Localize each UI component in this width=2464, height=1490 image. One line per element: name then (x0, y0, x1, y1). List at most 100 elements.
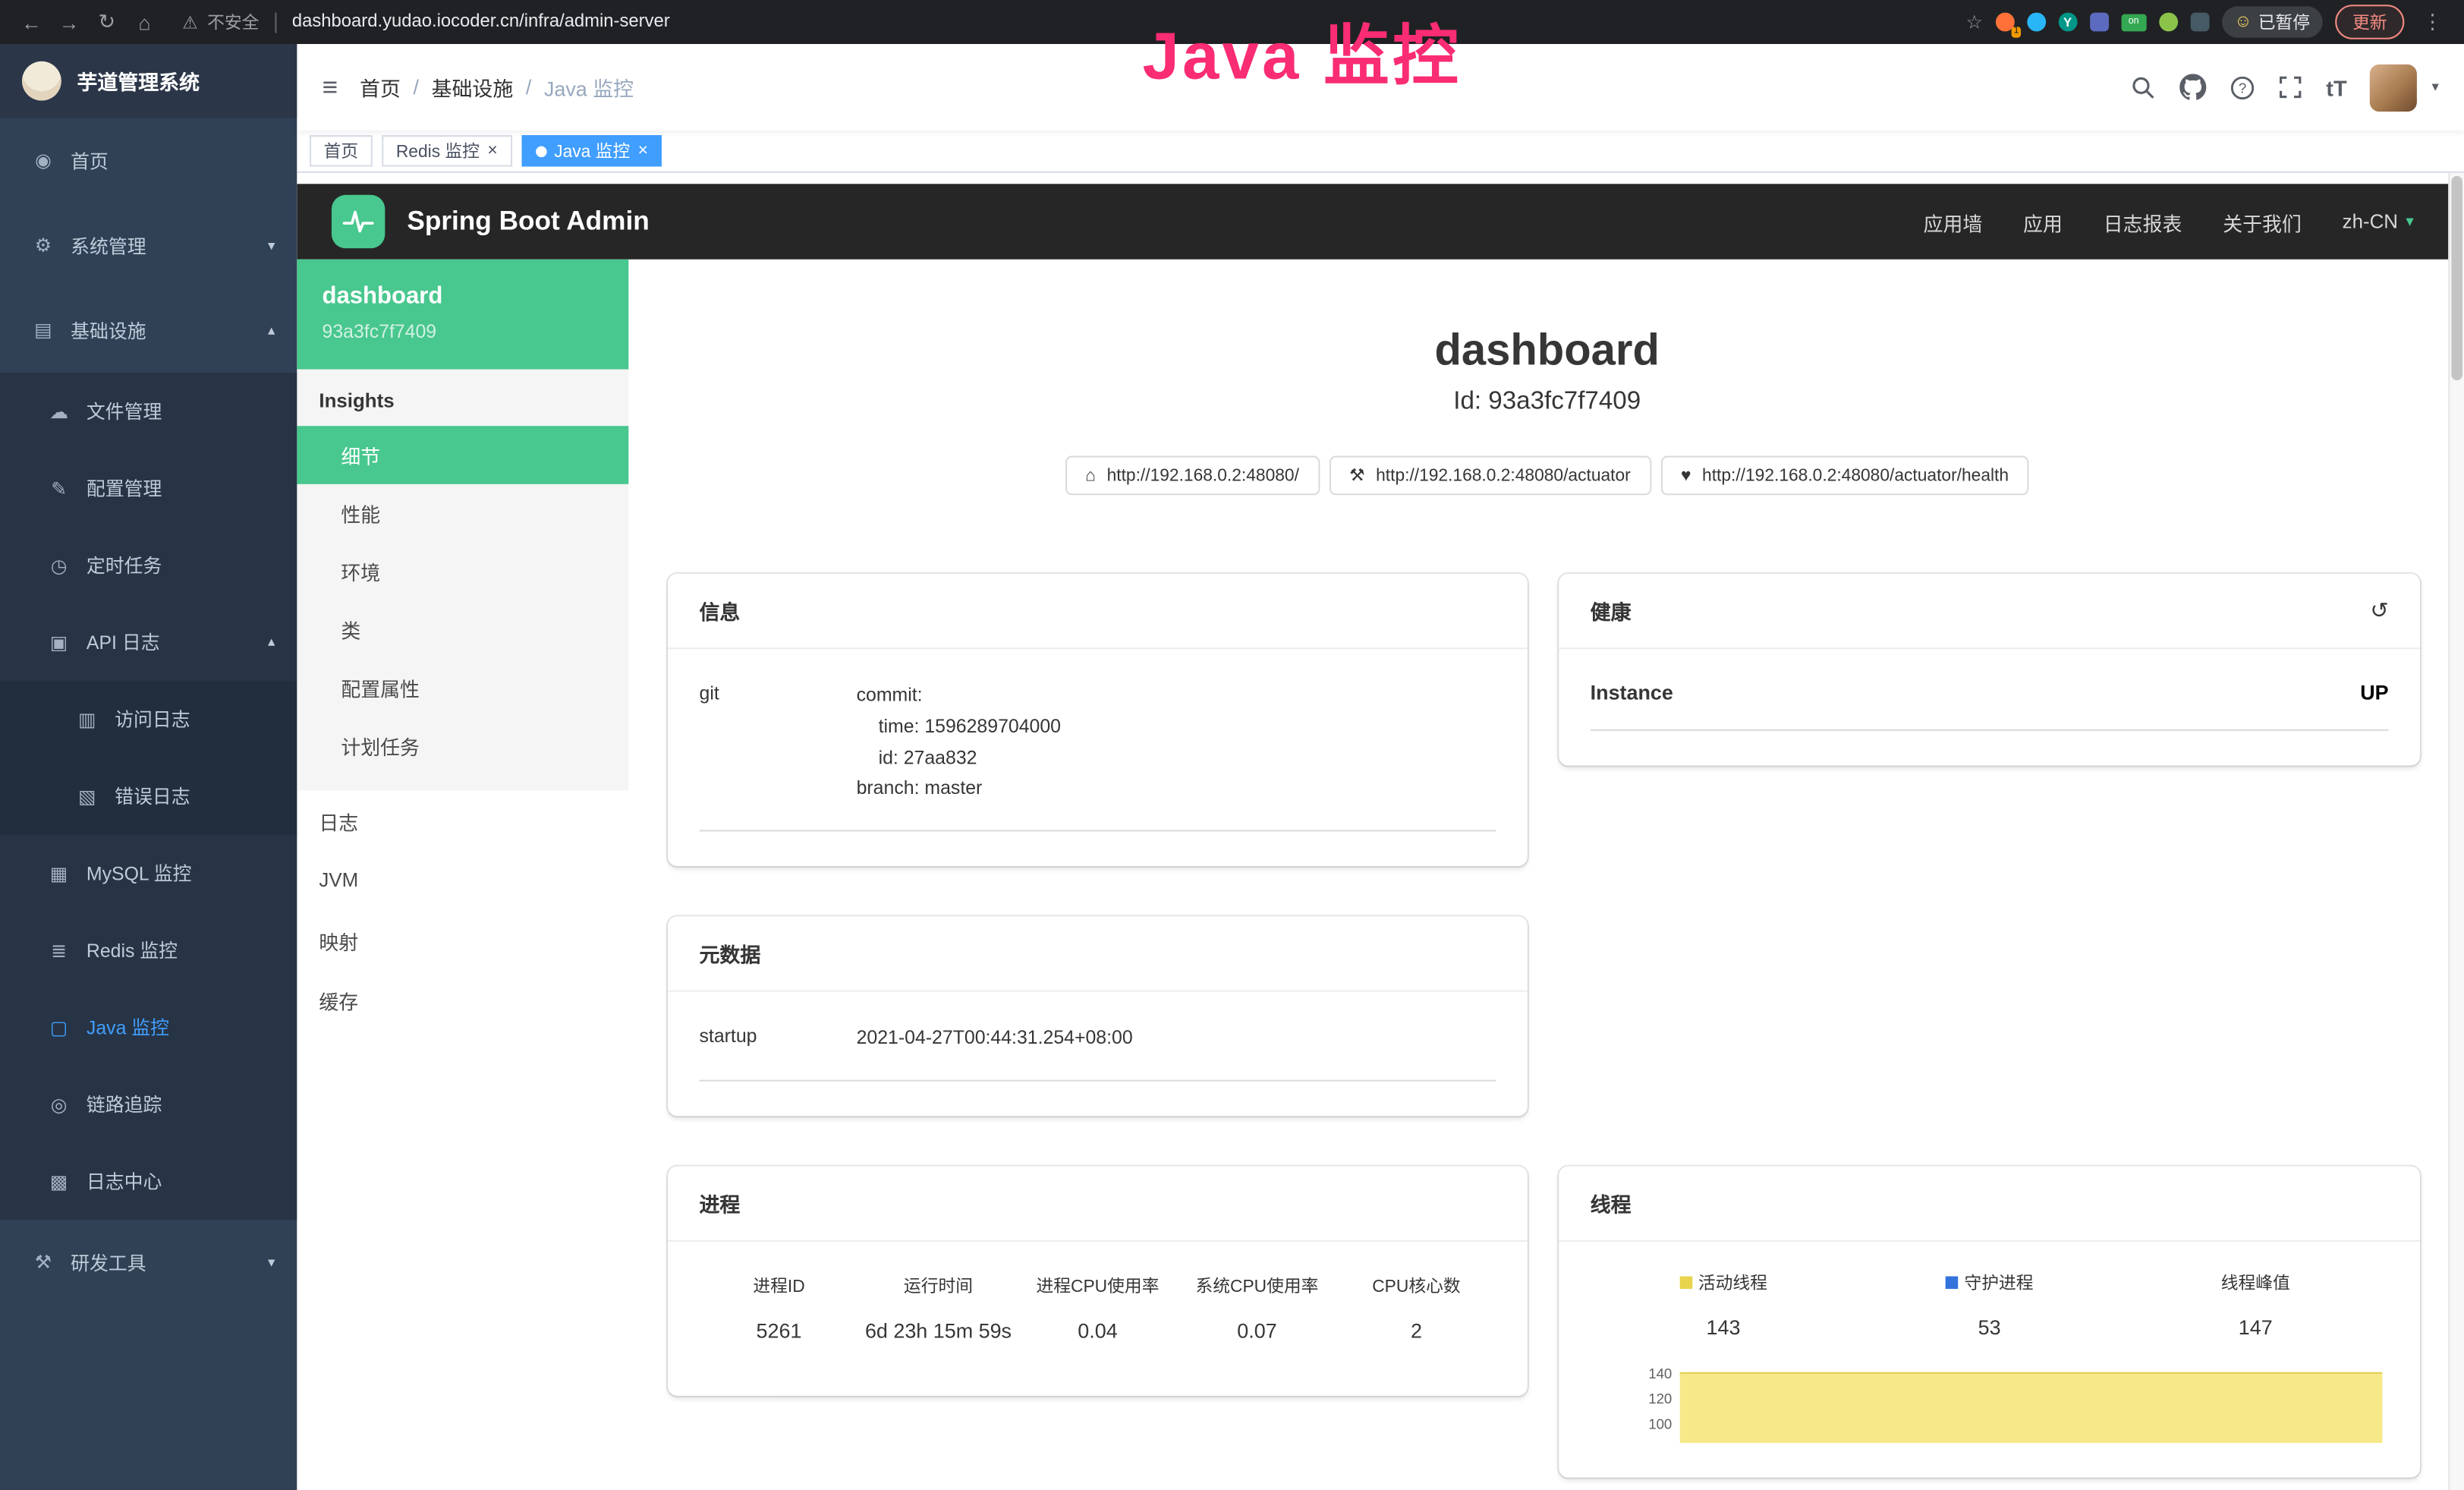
threads-card: 线程 活动线程 (1559, 1167, 2420, 1478)
legend-live-threads: 活动线程 143 (1591, 1270, 1857, 1339)
stat-system-cpu: 系统CPU使用率 0.07 (1177, 1273, 1336, 1342)
sidebar-item-infrastructure[interactable]: ▤ 基础设施 ▴ (0, 288, 297, 373)
page-title: dashboard (668, 326, 2426, 376)
close-icon[interactable]: × (638, 142, 648, 159)
metadata-key: startup (700, 1023, 857, 1054)
forward-icon[interactable]: → (53, 10, 84, 33)
extension-icon-puzzle[interactable] (2190, 13, 2209, 32)
sidebar-item-config-management[interactable]: ✎ 配置管理 (0, 449, 297, 526)
sidebar-item-scheduled-jobs[interactable]: ◷ 定时任务 (0, 527, 297, 603)
history-icon[interactable]: ↺ (2370, 597, 2388, 624)
process-card: 进程 进程ID 5261 (668, 1167, 1528, 1396)
tab-home[interactable]: 首页 (310, 135, 373, 166)
sba-instance-header[interactable]: dashboard 93a3fc7f7409 (297, 260, 628, 370)
chevron-down-icon: ▾ (2406, 213, 2413, 231)
sidebar-item-file-management[interactable]: ☁ 文件管理 (0, 373, 297, 449)
extension-icon-fox[interactable]: 1 (1995, 13, 2014, 32)
avatar-caret-icon[interactable]: ▾ (2431, 79, 2438, 96)
sidebar-item-api-logs[interactable]: ▣ API 日志 ▴ (0, 603, 297, 680)
bookmark-star-icon[interactable]: ☆ (1966, 11, 1983, 33)
sidebar-item-dev-tools[interactable]: ⚒ 研发工具 ▾ (0, 1220, 297, 1305)
sidebar-item-redis-monitor[interactable]: ≣ Redis 监控 (0, 912, 297, 988)
sidebar-item-mysql-monitor[interactable]: ▦ MySQL 监控 (0, 835, 297, 912)
extension-icon-grid[interactable] (2090, 13, 2109, 32)
breadcrumb-home[interactable]: 首页 (360, 72, 401, 102)
fullscreen-icon[interactable] (2279, 75, 2302, 99)
sba-item-logs[interactable]: 日志 (297, 791, 628, 851)
url-text[interactable]: dashboard.yudao.iocoder.cn/infra/admin-s… (292, 13, 670, 32)
sba-item-caches[interactable]: 缓存 (297, 970, 628, 1030)
sba-item-jvm[interactable]: JVM (297, 850, 628, 910)
back-icon[interactable]: ← (16, 10, 47, 33)
sidebar-item-trace[interactable]: ◎ 链路追踪 (0, 1066, 297, 1142)
log-center-icon: ▩ (47, 1170, 71, 1192)
help-icon[interactable]: ? (2230, 74, 2255, 99)
instance-link-actuator[interactable]: ⚒ http://192.168.0.2:48080/actuator (1329, 456, 1651, 496)
svg-text:?: ? (2239, 80, 2246, 96)
close-icon[interactable]: × (487, 142, 497, 159)
sba-nav-journal[interactable]: 日志报表 (2104, 206, 2182, 236)
sidebar-item-access-logs[interactable]: ▥ 访问日志 (0, 681, 297, 758)
admin-menu: ◉ 首页 ⚙ 系统管理 ▾ ▤ 基础设施 ▴ ☁ 文件管理 (0, 118, 297, 1304)
paused-badge[interactable]: ☺ 已暂停 (2222, 6, 2323, 37)
refresh-icon[interactable]: ↻ (91, 9, 122, 34)
java-monitor-icon: ▢ (47, 1016, 71, 1038)
instance-id: 93a3fc7f7409 (323, 320, 604, 342)
dashboard-icon: ◉ (31, 150, 55, 172)
address-divider (275, 12, 276, 33)
breadcrumb-infra[interactable]: 基础设施 (432, 72, 514, 102)
sidebar-item-home[interactable]: ◉ 首页 (0, 118, 297, 203)
tab-java-monitor[interactable]: Java 监控 × (521, 135, 662, 166)
cloud-icon: ☁ (47, 400, 71, 422)
admin-sidebar: 芋道管理系统 ◉ 首页 ⚙ 系统管理 ▾ ▤ 基础设施 ▴ (0, 44, 297, 1490)
sba-brand-title[interactable]: Spring Boot Admin (407, 206, 649, 237)
main-column: ≡ 首页 / 基础设施 / Java 监控 ? (297, 44, 2464, 1490)
breadcrumb: 首页 / 基础设施 / Java 监控 (360, 72, 634, 102)
sba-body: dashboard 93a3fc7f7409 Insights 细节 性能 环境… (297, 260, 2448, 1490)
tab-redis-monitor[interactable]: Redis 监控 × (382, 135, 511, 166)
font-size-icon[interactable]: tT (2326, 74, 2346, 99)
sba-item-classes[interactable]: 类 (297, 600, 628, 659)
avatar[interactable] (2371, 64, 2418, 111)
extension-icon-y[interactable]: Y (2058, 13, 2077, 32)
sba-nav-applications[interactable]: 应用 (2023, 206, 2063, 236)
sidebar-item-error-logs[interactable]: ▧ 错误日志 (0, 758, 297, 834)
document-icon: ▣ (47, 631, 71, 653)
sba-item-config-props[interactable]: 配置属性 (297, 659, 628, 717)
app-frame: 芋道管理系统 ◉ 首页 ⚙ 系统管理 ▾ ▤ 基础设施 ▴ (0, 44, 2464, 1490)
sba-sidebar: dashboard 93a3fc7f7409 Insights 细节 性能 环境… (297, 260, 628, 1490)
sba-item-details[interactable]: 细节 (297, 426, 628, 484)
sba-item-environment[interactable]: 环境 (297, 542, 628, 600)
info-value: commit: time: 1596289704000 id: 27aa832 … (857, 681, 1496, 805)
sba-nav-about[interactable]: 关于我们 (2223, 206, 2302, 236)
app-logo-row[interactable]: 芋道管理系统 (0, 44, 297, 118)
locale-select[interactable]: zh-CN ▾ (2343, 210, 2414, 232)
hamburger-icon[interactable]: ≡ (323, 71, 338, 102)
sidebar-item-java-monitor[interactable]: ▢ Java 监控 (0, 989, 297, 1066)
sba-item-performance[interactable]: 性能 (297, 484, 628, 543)
home-icon[interactable]: ⌂ (129, 10, 160, 33)
sidebar-item-log-center[interactable]: ▩ 日志中心 (0, 1142, 297, 1219)
tools-icon: ⚒ (31, 1251, 55, 1273)
extension-icon-on[interactable]: on (2121, 14, 2146, 31)
instance-link-health[interactable]: ♥ http://192.168.0.2:48080/actuator/heal… (1660, 456, 2029, 496)
sba-item-mappings[interactable]: 映射 (297, 910, 628, 970)
vertical-scrollbar[interactable] (2448, 173, 2464, 1490)
scrollbar-thumb[interactable] (2451, 176, 2462, 380)
instance-link-root[interactable]: ⌂ http://192.168.0.2:48080/ (1065, 456, 1319, 496)
tags-view-bar: 首页 Redis 监控 × Java 监控 × (297, 131, 2464, 173)
info-card-title: 信息 (668, 574, 1528, 649)
instance-id-line: Id: 93a3fc7f7409 (668, 388, 2426, 416)
sidebar-item-system[interactable]: ⚙ 系统管理 ▾ (0, 203, 297, 288)
update-button[interactable]: 更新 (2335, 5, 2404, 39)
sba-nav-wallboard[interactable]: 应用墙 (1924, 206, 1983, 236)
chevron-up-icon: ▴ (268, 321, 275, 339)
menu-dots-icon[interactable]: ⋮ (2417, 9, 2448, 34)
address-bar[interactable]: ⚠ 不安全 dashboard.yudao.iocoder.cn/infra/a… (182, 9, 1959, 34)
search-icon[interactable] (2132, 74, 2157, 99)
github-icon[interactable] (2180, 74, 2207, 100)
extension-icon-leaf[interactable] (2159, 13, 2178, 32)
spring-boot-admin-logo[interactable] (332, 195, 385, 248)
sba-item-scheduled-tasks[interactable]: 计划任务 (297, 717, 628, 775)
extension-icon-drop[interactable] (2027, 13, 2046, 32)
